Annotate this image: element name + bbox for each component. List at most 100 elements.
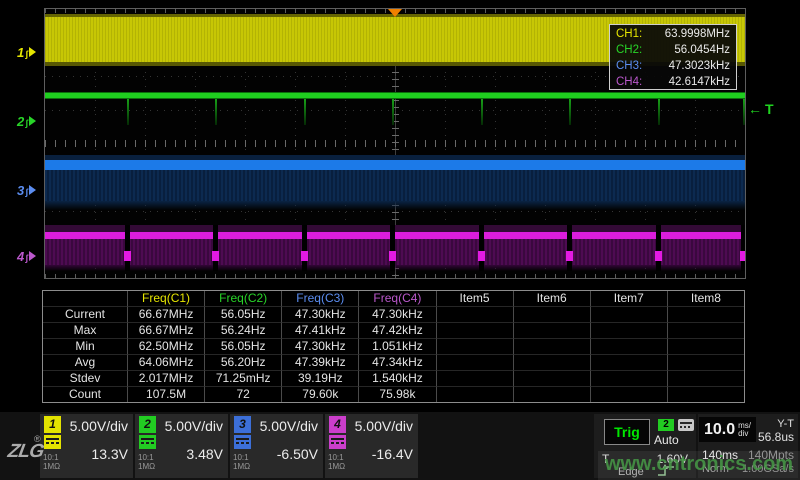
table-value: 39.19Hz (281, 370, 358, 386)
freq-label-ch1: CH1: (616, 26, 642, 42)
right-arrow-icon (29, 185, 36, 195)
right-arrow-icon (29, 47, 36, 57)
ch4-burst-dot (389, 251, 396, 261)
ch3-trace (45, 160, 745, 170)
table-value: 47.42kHz (358, 322, 435, 338)
table-value (590, 386, 667, 402)
table-value: 62.50MHz (127, 338, 204, 354)
ch2-position-marker[interactable]: 2ʃ (17, 114, 36, 128)
table-value: 47.34kHz (358, 354, 435, 370)
ch4-position-marker[interactable]: 4ʃ (17, 249, 36, 263)
ch1-coupling-icon[interactable] (44, 435, 61, 449)
waveform-plot: CH1: 63.9998MHz CH2: 56.0454Hz CH3: 47.3… (44, 8, 746, 279)
channel1-settings[interactable]: 1 10:1 1MΩ 5.00V/div 13.3V (40, 414, 133, 478)
trigger-level-label: T (765, 101, 774, 117)
table-value: 47.39kHz (281, 354, 358, 370)
ch3-trace-fill (45, 170, 745, 201)
input-impedance: 1MΩ (43, 462, 60, 471)
ch1-badge[interactable]: 1 (44, 416, 61, 433)
table-value (667, 386, 744, 402)
ch4-burst-dot (301, 251, 308, 261)
table-value (667, 322, 744, 338)
trigger-coupling-icon[interactable] (678, 419, 694, 431)
table-value: 47.30kHz (281, 306, 358, 322)
table-value (590, 338, 667, 354)
ch2-pulse (215, 99, 217, 125)
ch4-trace-fade (45, 265, 745, 271)
ch4-burst-dot (566, 251, 573, 261)
row-label: Stdev (43, 370, 127, 386)
row-label: Max (43, 322, 127, 338)
probe-ratio: 10:1 (43, 453, 60, 462)
ch2-pulse (304, 99, 306, 125)
freq-value-ch2: 56.0454Hz (674, 42, 730, 58)
display-mode: Y-T (777, 418, 794, 430)
freq-row-ch1: CH1: 63.9998MHz (610, 26, 736, 42)
ch3-offset: -6.50V (277, 446, 318, 462)
ch4-coupling-icon[interactable] (329, 435, 346, 449)
ch1-offset: 13.3V (91, 446, 128, 462)
ch4-trace-bright (45, 232, 745, 239)
table-header-freq-c3[interactable]: Freq(C3) (281, 291, 358, 306)
table-header-item5[interactable]: Item5 (436, 291, 513, 306)
ch2-badge[interactable]: 2 (139, 416, 156, 433)
table-header-item7[interactable]: Item7 (590, 291, 667, 306)
trigger-sweep-mode[interactable]: Auto (654, 433, 679, 447)
ch3-position-marker[interactable]: 3ʃ (17, 183, 36, 197)
freq-readout-panel: CH1: 63.9998MHz CH2: 56.0454Hz CH3: 47.3… (609, 24, 737, 90)
table-header-item6[interactable]: Item6 (513, 291, 590, 306)
row-label: Count (43, 386, 127, 402)
table-value (513, 306, 590, 322)
freq-label-ch2: CH2: (616, 42, 642, 58)
table-header-item8[interactable]: Item8 (667, 291, 744, 306)
table-value (436, 370, 513, 386)
trigger-level-marker[interactable]: ← T (748, 101, 774, 117)
table-value (436, 306, 513, 322)
table-value (513, 354, 590, 370)
ch1-position-marker[interactable]: 1ʃ (17, 45, 36, 59)
table-value: 47.30kHz (281, 338, 358, 354)
table-value (590, 306, 667, 322)
ch4-gap (741, 225, 746, 271)
trig-button[interactable]: Trig (604, 419, 650, 445)
freq-label-ch4: CH4: (616, 74, 642, 90)
table-value: 66.67MHz (127, 306, 204, 322)
channel4-settings[interactable]: 4 10:1 1MΩ 5.00V/div -16.4V (325, 414, 418, 478)
ch2-probe-info: 10:1 1MΩ (138, 453, 155, 471)
ch2-coupling-icon[interactable] (139, 435, 156, 449)
table-value (667, 338, 744, 354)
ch3-probe-info: 10:1 1MΩ (233, 453, 250, 471)
trigger-position-marker[interactable] (388, 9, 402, 17)
watermark: www.cntronics.com (598, 453, 800, 476)
trigger-delay: 56.8us (758, 430, 794, 444)
timebase-scale-button[interactable]: 10.0 ms/ div (699, 417, 756, 442)
ch4-gap (656, 225, 661, 271)
table-value (590, 370, 667, 386)
ch2-pulse (743, 99, 745, 125)
freq-row-ch2: CH2: 56.0454Hz (610, 42, 736, 58)
table-header-freq-c1[interactable]: Freq(C1) (127, 291, 204, 306)
table-value (513, 338, 590, 354)
table-value: 56.05Hz (204, 306, 281, 322)
ch3-coupling-icon[interactable] (234, 435, 251, 449)
table-value (436, 354, 513, 370)
right-arrow-icon (29, 116, 36, 126)
ch4-gap (567, 225, 572, 271)
table-value (513, 386, 590, 402)
ch3-badge[interactable]: 3 (234, 416, 251, 433)
probe-ratio: 10:1 (328, 453, 345, 462)
channel3-settings[interactable]: 3 10:1 1MΩ 5.00V/div -6.50V (230, 414, 323, 478)
ch2-pulse (127, 99, 129, 125)
ch4-badge[interactable]: 4 (329, 416, 346, 433)
probe-ratio: 10:1 (233, 453, 250, 462)
table-value: 56.20Hz (204, 354, 281, 370)
ch4-burst-dot (124, 251, 131, 261)
table-header-freq-c4[interactable]: Freq(C4) (358, 291, 435, 306)
trigger-source-badge[interactable]: 2 (658, 419, 674, 431)
table-header-freq-c2[interactable]: Freq(C2) (204, 291, 281, 306)
channel2-settings[interactable]: 2 10:1 1MΩ 5.00V/div 3.48V (135, 414, 228, 478)
ch2-trace (45, 92, 745, 99)
ch4-burst-dot (740, 251, 746, 261)
ch2-marker-number: 2 (17, 114, 24, 129)
table-value: 47.30kHz (358, 306, 435, 322)
